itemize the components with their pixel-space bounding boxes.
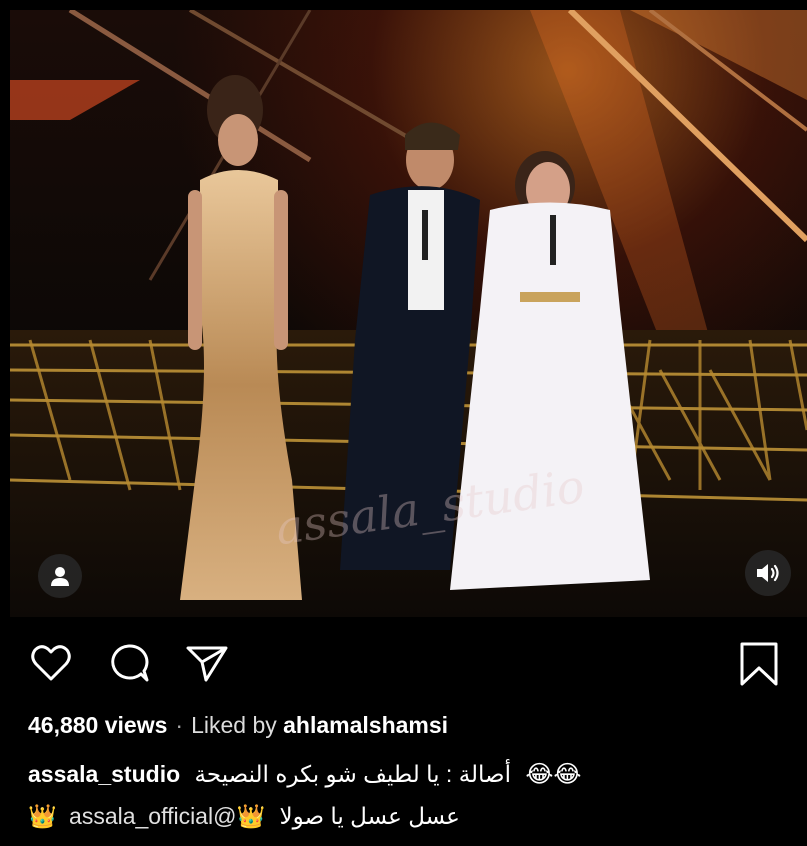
post-caption: assala_studio أصالة : يا لطيف شو بكره ال… [28,760,581,789]
tagged-people-button[interactable] [38,554,82,598]
share-button[interactable] [184,640,230,686]
paper-plane-icon [186,646,228,682]
caption-line-2: 👑 assala_official@👑 عسل عسل يا صولا [28,803,460,830]
like-button[interactable] [28,640,74,686]
liked-by-label: Liked by [191,712,277,738]
speaker-icon [757,564,779,582]
mention-link[interactable]: assala_official@ [69,803,236,829]
post-video[interactable]: assala_studio [10,10,807,617]
comment-icon [111,644,149,682]
crown-emoji: 👑 [28,803,57,829]
bookmark-icon [740,642,778,686]
meta-separator: · [175,712,184,738]
laughing-emoji: 😂😂 [525,761,582,788]
liked-by-username[interactable]: ahlamalshamsi [283,712,448,738]
host-figure-left [180,75,302,600]
post-meta: 46,880 views · Liked by ahlamalshamsi [28,712,448,739]
stage-scene [10,10,807,617]
save-button[interactable] [736,640,782,686]
caption-text: أصالة : يا لطيف شو بكره النصيحة [194,761,511,787]
sound-toggle-button[interactable] [745,550,791,596]
view-count: 46,880 views [28,712,168,738]
caption-line-2-text: عسل عسل يا صولا [279,803,460,829]
person-icon [51,567,69,586]
comment-button[interactable] [106,640,152,686]
heart-icon [31,645,71,681]
crown-emoji: 👑 [236,803,266,829]
caption-username[interactable]: assala_studio [28,761,180,787]
post-actions [0,640,807,690]
